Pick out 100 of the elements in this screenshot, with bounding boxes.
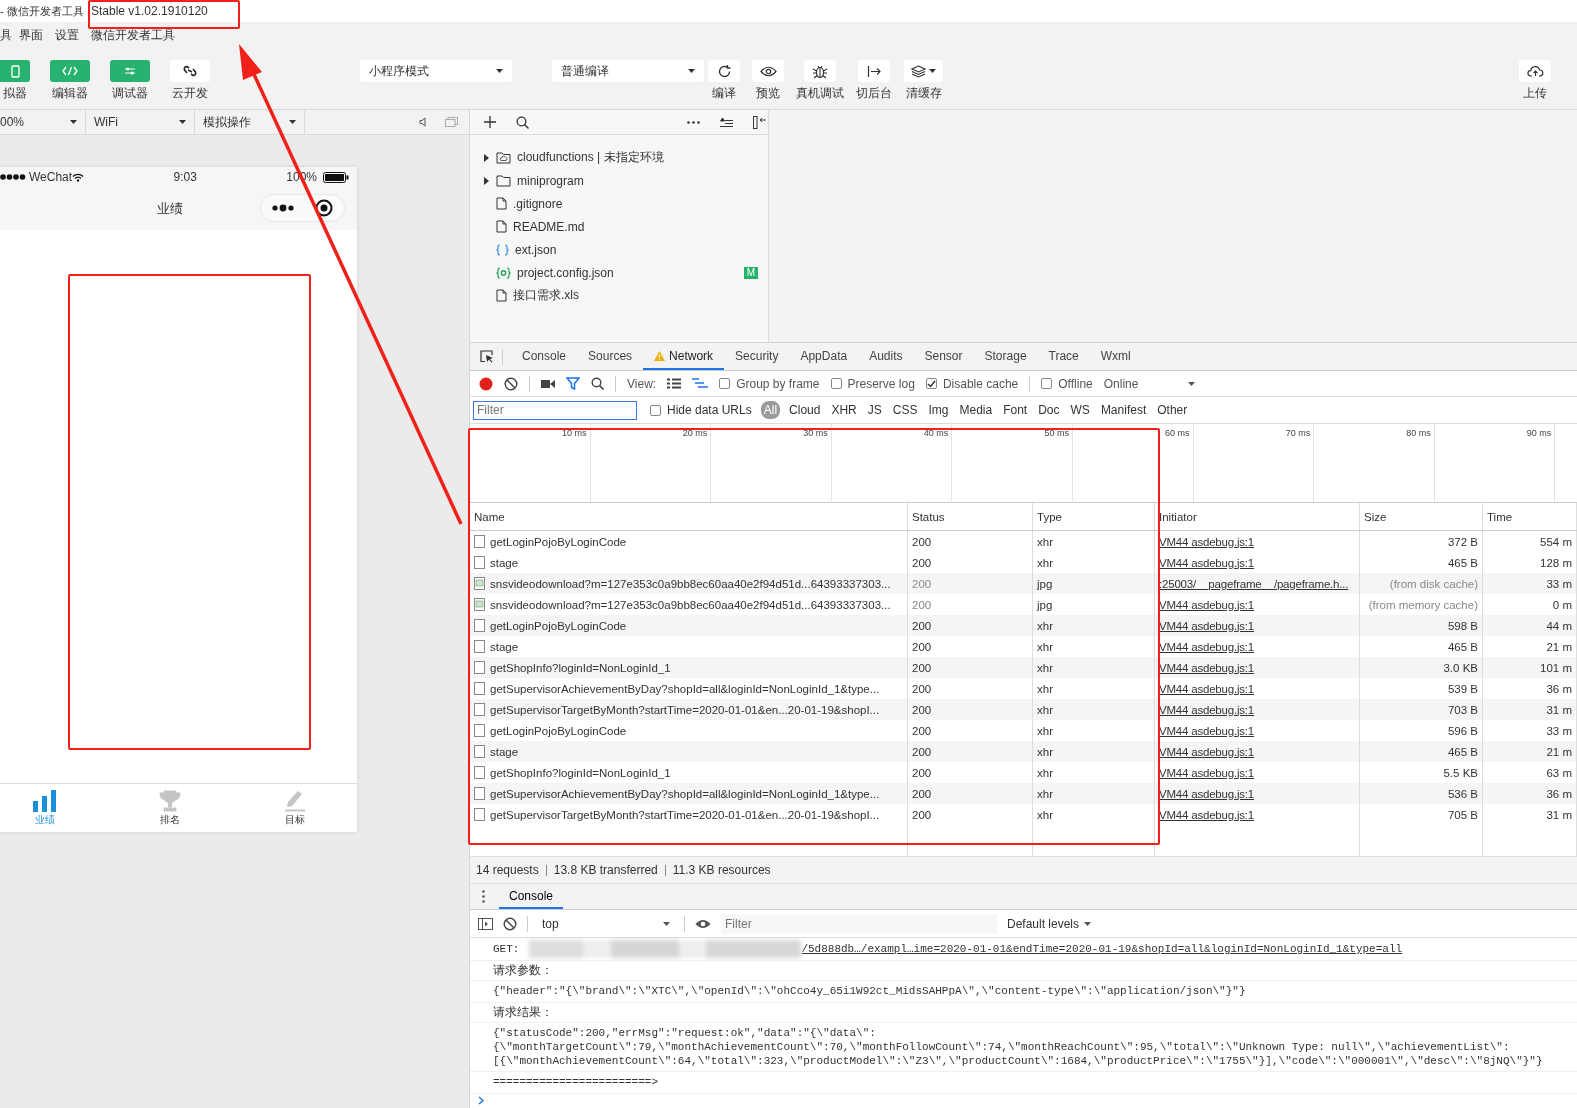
initiator-link[interactable]: VM44 asdebug.js:1 bbox=[1155, 699, 1360, 720]
type-filter-button[interactable]: Font bbox=[1001, 401, 1030, 419]
devtools-tab[interactable]: Sensor bbox=[913, 343, 974, 370]
console-filter-field[interactable]: Filter bbox=[721, 913, 997, 934]
table-cell: 31 m bbox=[1483, 699, 1577, 720]
version-label: Stable v1.02.1910120 bbox=[91, 4, 208, 18]
file-tree-item[interactable]: project.config.json M bbox=[470, 261, 768, 284]
type-filter-button[interactable]: CSS bbox=[890, 401, 920, 419]
type-filter-button[interactable]: Media bbox=[957, 401, 995, 419]
table-cell: 705 B bbox=[1360, 804, 1483, 825]
type-filter-button[interactable]: Img bbox=[926, 401, 951, 419]
table-cell: xhr bbox=[1033, 741, 1155, 762]
devtools-tab[interactable]: Audits bbox=[858, 343, 914, 370]
devtools-tab[interactable]: Storage bbox=[973, 343, 1038, 370]
menu-item[interactable]: 设置 bbox=[55, 27, 79, 44]
tool-label: 预览 bbox=[756, 85, 780, 102]
tool-label: 上传 bbox=[1523, 85, 1547, 102]
devtools-tab[interactable]: Trace bbox=[1037, 343, 1090, 370]
column-header[interactable]: Initiator bbox=[1155, 503, 1360, 530]
file-tree-item[interactable]: cloudfunctions | 未指定环境 bbox=[470, 146, 768, 169]
initiator-link[interactable]: VM44 asdebug.js:1 bbox=[1155, 657, 1360, 678]
timeline-tick-label: 90 ms bbox=[1526, 428, 1552, 438]
file-tree-item[interactable]: .gitignore bbox=[470, 192, 768, 215]
initiator-link[interactable]: VM44 asdebug.js:1 bbox=[1155, 741, 1360, 762]
table-cell: getLoginPojoByLoginCode bbox=[470, 615, 908, 636]
column-header[interactable]: Size bbox=[1360, 503, 1483, 530]
window-title: - 微信开发者工具 bbox=[0, 3, 85, 19]
devtools-tab[interactable]: Wxml bbox=[1089, 343, 1142, 370]
bottom-tab[interactable]: 业绩 bbox=[0, 784, 107, 832]
type-filter-button[interactable]: JS bbox=[865, 401, 884, 419]
checkbox-label: Group by frame bbox=[736, 376, 820, 391]
column-header[interactable]: Type bbox=[1033, 503, 1155, 530]
type-filter-button[interactable]: Other bbox=[1155, 401, 1190, 419]
filter-field[interactable]: Filter bbox=[473, 400, 637, 420]
request-method: GET: bbox=[493, 942, 520, 956]
initiator-link[interactable]: VM44 asdebug.js:1 bbox=[1155, 615, 1360, 636]
initiator-link[interactable]: VM44 asdebug.js:1 bbox=[1155, 531, 1360, 552]
initiator-link[interactable]: VM44 asdebug.js:1 bbox=[1155, 804, 1360, 825]
table-cell: 200 bbox=[908, 531, 1033, 552]
network-select[interactable]: WiFi bbox=[86, 110, 195, 134]
column-header[interactable]: Name bbox=[470, 503, 908, 530]
page-title: 业绩 bbox=[156, 199, 183, 218]
table-cell: 33 m bbox=[1483, 573, 1577, 594]
type-filter-button[interactable]: WS bbox=[1068, 401, 1092, 419]
type-filter-button[interactable]: Doc bbox=[1036, 401, 1062, 419]
type-filter-button[interactable]: Cloud bbox=[787, 401, 823, 419]
file-tree-item[interactable]: README.md bbox=[470, 215, 768, 238]
table-cell: 372 B bbox=[1360, 531, 1483, 552]
log-text: ========================> bbox=[493, 1075, 659, 1089]
mode-label: 调试器 bbox=[112, 85, 148, 102]
bottom-tab[interactable]: 排名 bbox=[107, 784, 232, 832]
zoom-select[interactable]: 00% bbox=[0, 110, 86, 134]
table-cell: 36 m bbox=[1483, 783, 1577, 804]
initiator-link[interactable]: VM44 asdebug.js:1 bbox=[1155, 783, 1360, 804]
column-header[interactable]: Time bbox=[1483, 503, 1577, 530]
table-cell: 44 m bbox=[1483, 615, 1577, 636]
console-tab[interactable]: Console bbox=[499, 884, 564, 909]
action-select[interactable]: 模拟操作 bbox=[195, 110, 305, 134]
file-name: cloudfunctions | 未指定环境 bbox=[517, 149, 664, 166]
table-cell: 536 B bbox=[1360, 783, 1483, 804]
summary-text: 13.8 KB transferred bbox=[553, 863, 658, 877]
devtools-tab[interactable]: Security bbox=[724, 343, 790, 370]
type-filter-button[interactable]: XHR bbox=[829, 401, 859, 419]
devtools-tab[interactable]: Sources bbox=[577, 343, 644, 370]
status-time: 9:03 bbox=[172, 170, 198, 184]
view-label: View: bbox=[627, 376, 657, 391]
file-tree-item[interactable]: ext.json bbox=[470, 238, 768, 261]
table-cell: xhr bbox=[1033, 615, 1155, 636]
devtools-tab[interactable]: Network bbox=[643, 343, 725, 370]
table-cell: jpg bbox=[1033, 573, 1155, 594]
file-tree-item[interactable]: miniprogram bbox=[470, 169, 768, 192]
log-levels-select[interactable]: Default levels bbox=[1007, 916, 1092, 931]
file-tree-item[interactable]: 接口需求.xls bbox=[470, 284, 768, 307]
mode-select[interactable]: 小程序模式 bbox=[360, 60, 512, 82]
file-name: ext.json bbox=[515, 242, 557, 257]
bottom-tab[interactable]: 目标 bbox=[232, 784, 357, 832]
mode-label: 编辑器 bbox=[52, 85, 88, 102]
compile-select[interactable]: 普通编译 bbox=[552, 60, 704, 82]
log-text: 请求参数： bbox=[493, 963, 554, 977]
file-name: 接口需求.xls bbox=[513, 287, 579, 304]
devtools-tab[interactable]: AppData bbox=[789, 343, 859, 370]
log-text: {"header":"{\"brand\":\"XTC\",\"openId\":\"ohCco4y_65i1W92ct_MidsSAHPpA\",\"content-type\":\"application/json\"}"} bbox=[493, 984, 1246, 998]
devtools-tab[interactable]: Console bbox=[511, 343, 578, 370]
table-cell: xhr bbox=[1033, 804, 1155, 825]
mode-label: 拟器 bbox=[3, 85, 27, 102]
menu-item[interactable]: 具 bbox=[0, 27, 12, 44]
context-select[interactable]: top bbox=[538, 916, 674, 931]
column-header[interactable]: Status bbox=[908, 503, 1033, 530]
initiator-link[interactable]: :25003/__pageframe__/pageframe.h... bbox=[1155, 573, 1360, 594]
menu-item[interactable]: 界面 bbox=[19, 27, 43, 44]
table-cell: 200 bbox=[908, 741, 1033, 762]
timeline-tick-label: 50 ms bbox=[1044, 428, 1069, 438]
request-url-link[interactable]: /5d888db…/exampl…ime=2020-01-01&endTime=2020-01-19&shopId=all&loginId=NonLoginId_1&type=all bbox=[801, 942, 1403, 956]
type-filter-button[interactable]: Manifest bbox=[1098, 401, 1149, 419]
menu-item[interactable]: 微信开发者工具 bbox=[91, 27, 175, 44]
timeline-tick-label: 80 ms bbox=[1406, 428, 1431, 438]
throttle-select[interactable]: Online bbox=[1103, 376, 1196, 391]
table-cell: 31 m bbox=[1483, 804, 1577, 825]
tool-label: 切后台 bbox=[856, 85, 892, 102]
table-cell: 200 bbox=[908, 699, 1033, 720]
